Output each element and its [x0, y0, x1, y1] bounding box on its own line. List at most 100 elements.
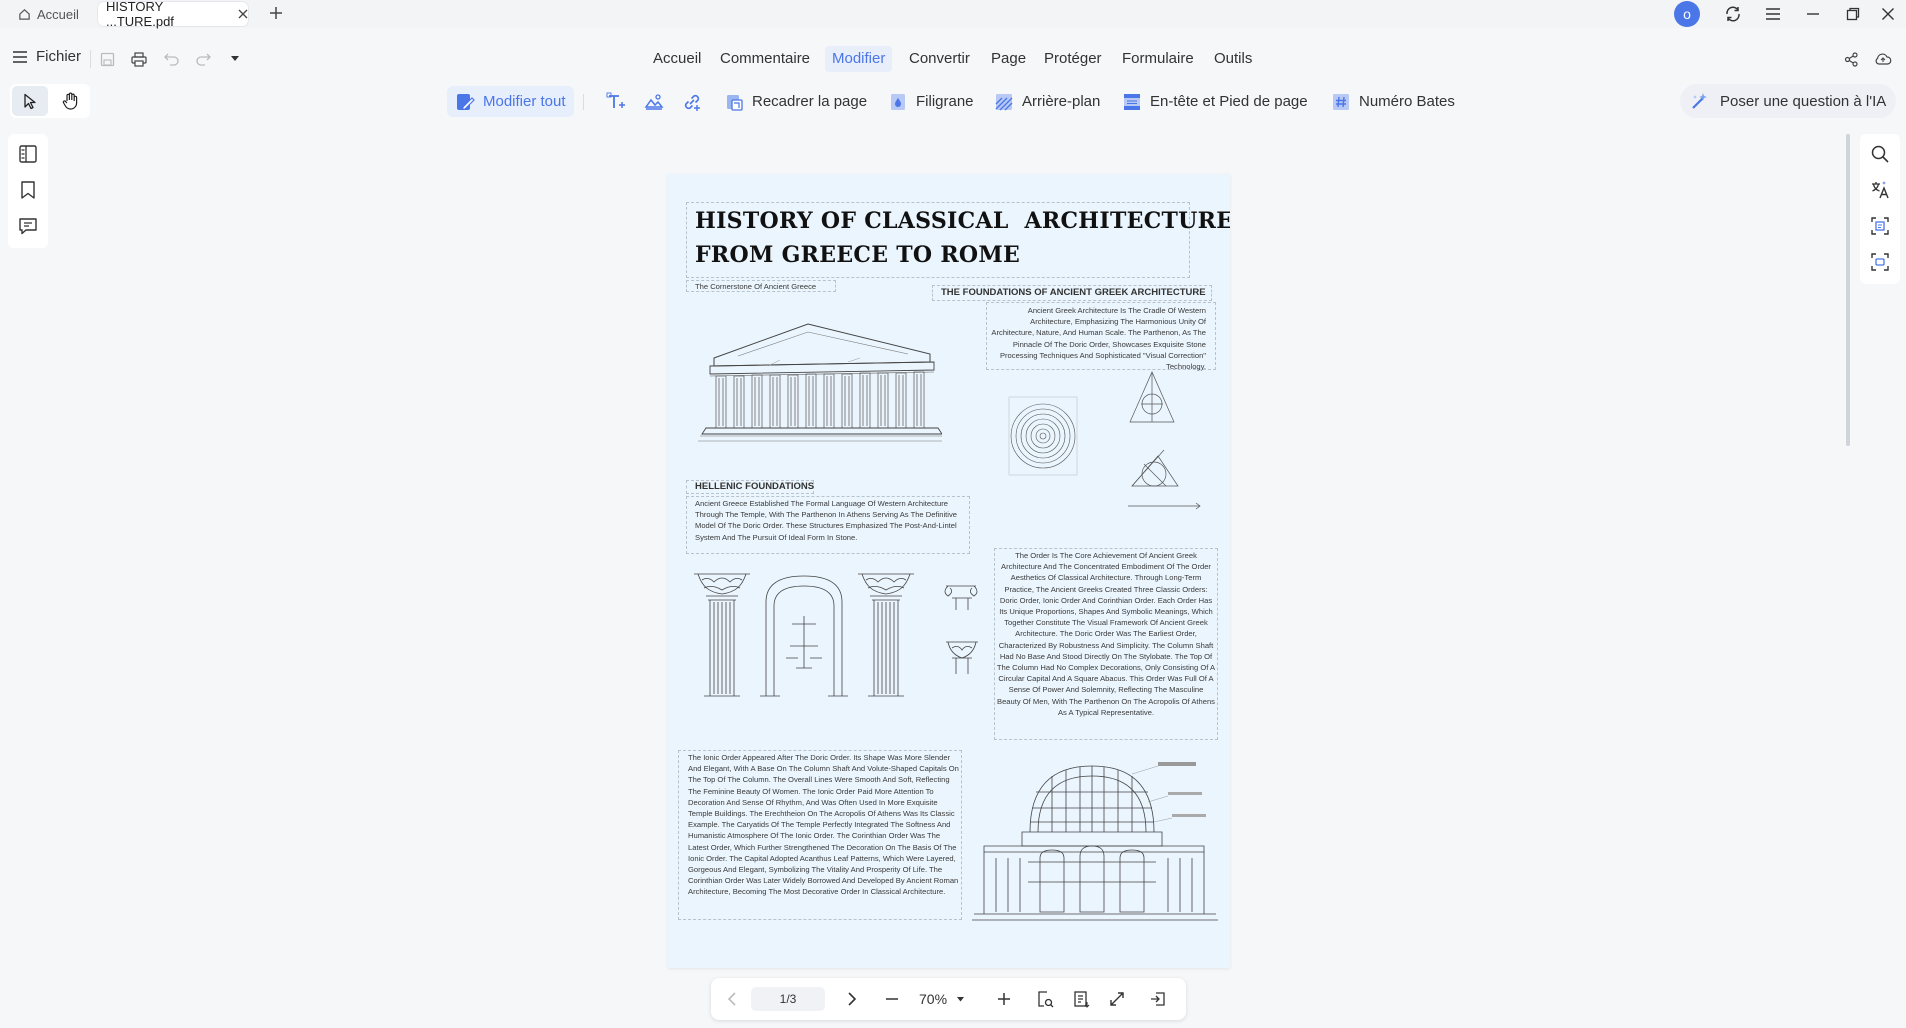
avatar[interactable]: o: [1674, 1, 1700, 27]
crop-page-button[interactable]: Recadrer la page: [716, 86, 875, 117]
page-navigation-bar: 1/3 70%: [711, 978, 1186, 1020]
chevron-left-icon: [727, 992, 737, 1006]
watermark-button[interactable]: Filigrane: [880, 86, 982, 117]
hellenic-heading: HELLENIC FOUNDATIONS: [695, 481, 815, 492]
edit-text-icon: [455, 92, 475, 112]
add-image-button[interactable]: [636, 86, 672, 117]
share-button[interactable]: [1840, 48, 1862, 70]
exit-view-button[interactable]: [1147, 988, 1169, 1010]
caret-down-icon: [957, 996, 965, 1002]
exit-icon: [1150, 991, 1166, 1007]
watermark-label: Filigrane: [916, 93, 974, 110]
tab-home[interactable]: Accueil: [10, 2, 86, 26]
zoom-out-button[interactable]: [881, 988, 903, 1010]
divider: [583, 94, 584, 110]
header-footer-label: En-tête et Pied de page: [1150, 93, 1308, 110]
crop-icon: [724, 92, 744, 112]
header-footer-icon: [1122, 92, 1142, 112]
menu-commentaire[interactable]: Commentaire: [713, 46, 817, 72]
select-tool-button[interactable]: [12, 86, 48, 116]
menu-button[interactable]: [1755, 0, 1791, 28]
menu-convertir[interactable]: Convertir: [902, 46, 977, 72]
background-label: Arrière-plan: [1022, 93, 1101, 110]
restore-icon: [1846, 7, 1860, 21]
restore-button[interactable]: [1835, 0, 1871, 28]
menu-modifier[interactable]: Modifier: [825, 46, 893, 72]
new-tab-button[interactable]: [268, 5, 284, 21]
fullscreen-button[interactable]: [1106, 988, 1128, 1010]
menu-formulaire[interactable]: Formulaire: [1115, 46, 1201, 72]
left-sidebar: [8, 134, 48, 248]
zoom-in-button[interactable]: [993, 988, 1015, 1010]
hand-tool-button[interactable]: [52, 86, 88, 116]
cloud-icon: [1874, 52, 1892, 66]
scrollbar-thumb[interactable]: [1846, 134, 1850, 446]
foundations-heading: THE FOUNDATIONS OF ANCIENT GREEK ARCHITE…: [941, 287, 1206, 298]
close-window-button[interactable]: [1870, 0, 1906, 28]
menu-outils[interactable]: Outils: [1207, 46, 1259, 72]
menu-accueil[interactable]: Accueil: [646, 46, 708, 72]
watermark-icon: [888, 92, 908, 112]
columns-arch-illustration: [694, 572, 984, 700]
header-footer-button[interactable]: En-tête et Pied de page: [1114, 86, 1316, 117]
add-text-icon: [606, 92, 626, 112]
translate-icon[interactable]: [1870, 180, 1890, 200]
search-icon[interactable]: [1870, 144, 1890, 164]
ai-sparkle-icon: [1690, 91, 1710, 111]
cornerstone-caption: The Cornerstone Of Ancient Greece: [695, 282, 817, 291]
previous-page-button[interactable]: [721, 988, 743, 1010]
background-button[interactable]: Arrière-plan: [986, 86, 1108, 117]
minimize-icon: [1806, 7, 1820, 21]
ai-question-button[interactable]: Poser une question à l'IA: [1680, 84, 1896, 118]
image-icon: [644, 92, 664, 112]
edit-all-button[interactable]: Modifier tout: [447, 86, 574, 117]
menu-page[interactable]: Page: [984, 46, 1033, 72]
orders-text: The Order Is The Core Achievement Of Anc…: [996, 551, 1216, 717]
pantheon-illustration: [972, 762, 1228, 930]
zoom-select[interactable]: 70%: [919, 988, 965, 1010]
hand-icon: [62, 92, 79, 110]
title-bar: Accueil HISTORY ...TURE.pdf o: [0, 0, 1906, 29]
main-menu: Accueil Commentaire Modifier Convertir P…: [0, 40, 1906, 76]
document-title: HISTORY OF CLASSICAL ARCHITECTURE: FROM …: [695, 208, 1230, 268]
document-page[interactable]: HISTORY OF CLASSICAL ARCHITECTURE: FROM …: [668, 174, 1230, 968]
ocr-icon[interactable]: [1870, 216, 1890, 236]
sync-icon: [1724, 5, 1742, 23]
comment-icon[interactable]: [18, 216, 38, 236]
bates-number-icon: [1331, 92, 1351, 112]
hellenic-text: Ancient Greece Established The Formal La…: [695, 499, 957, 542]
thumbnails-icon[interactable]: [18, 144, 38, 164]
chevron-right-icon: [847, 992, 857, 1006]
page-view-button[interactable]: [1070, 988, 1092, 1010]
screenshot-icon[interactable]: [1870, 252, 1890, 272]
next-page-button[interactable]: [841, 988, 863, 1010]
foundations-text: Ancient Greek Architecture Is The Cradle…: [991, 306, 1206, 372]
tab-home-label: Accueil: [37, 6, 79, 22]
tab-document[interactable]: HISTORY ...TURE.pdf: [98, 0, 248, 29]
triangle-geometry-diagram: [1124, 370, 1206, 512]
bates-number-button[interactable]: Numéro Bates: [1323, 86, 1463, 117]
sync-button[interactable]: [1715, 0, 1751, 28]
close-icon: [1881, 7, 1895, 21]
add-text-button[interactable]: [598, 86, 634, 117]
bookmark-icon[interactable]: [18, 180, 38, 200]
menu-proteger[interactable]: Protéger: [1037, 46, 1109, 72]
crop-page-label: Recadrer la page: [752, 93, 868, 110]
zoom-value: 70%: [919, 991, 948, 1007]
link-icon: [682, 92, 702, 112]
ai-question-label: Poser une question à l'IA: [1720, 92, 1887, 110]
plus-icon: [997, 992, 1011, 1006]
bates-number-label: Numéro Bates: [1359, 93, 1455, 110]
minus-icon: [885, 992, 899, 1006]
parthenon-illustration: [698, 310, 942, 446]
fit-view-button[interactable]: [1034, 988, 1056, 1010]
page-number-input[interactable]: 1/3: [751, 987, 825, 1011]
close-icon[interactable]: [238, 9, 248, 19]
minimize-button[interactable]: [1795, 0, 1831, 28]
cloud-button[interactable]: [1872, 48, 1894, 70]
edit-all-label: Modifier tout: [483, 93, 566, 110]
add-link-button[interactable]: [674, 86, 710, 117]
ionic-text: The Ionic Order Appeared After The Doric…: [688, 753, 959, 897]
right-sidebar: [1860, 134, 1900, 284]
share-icon: [1844, 51, 1859, 67]
